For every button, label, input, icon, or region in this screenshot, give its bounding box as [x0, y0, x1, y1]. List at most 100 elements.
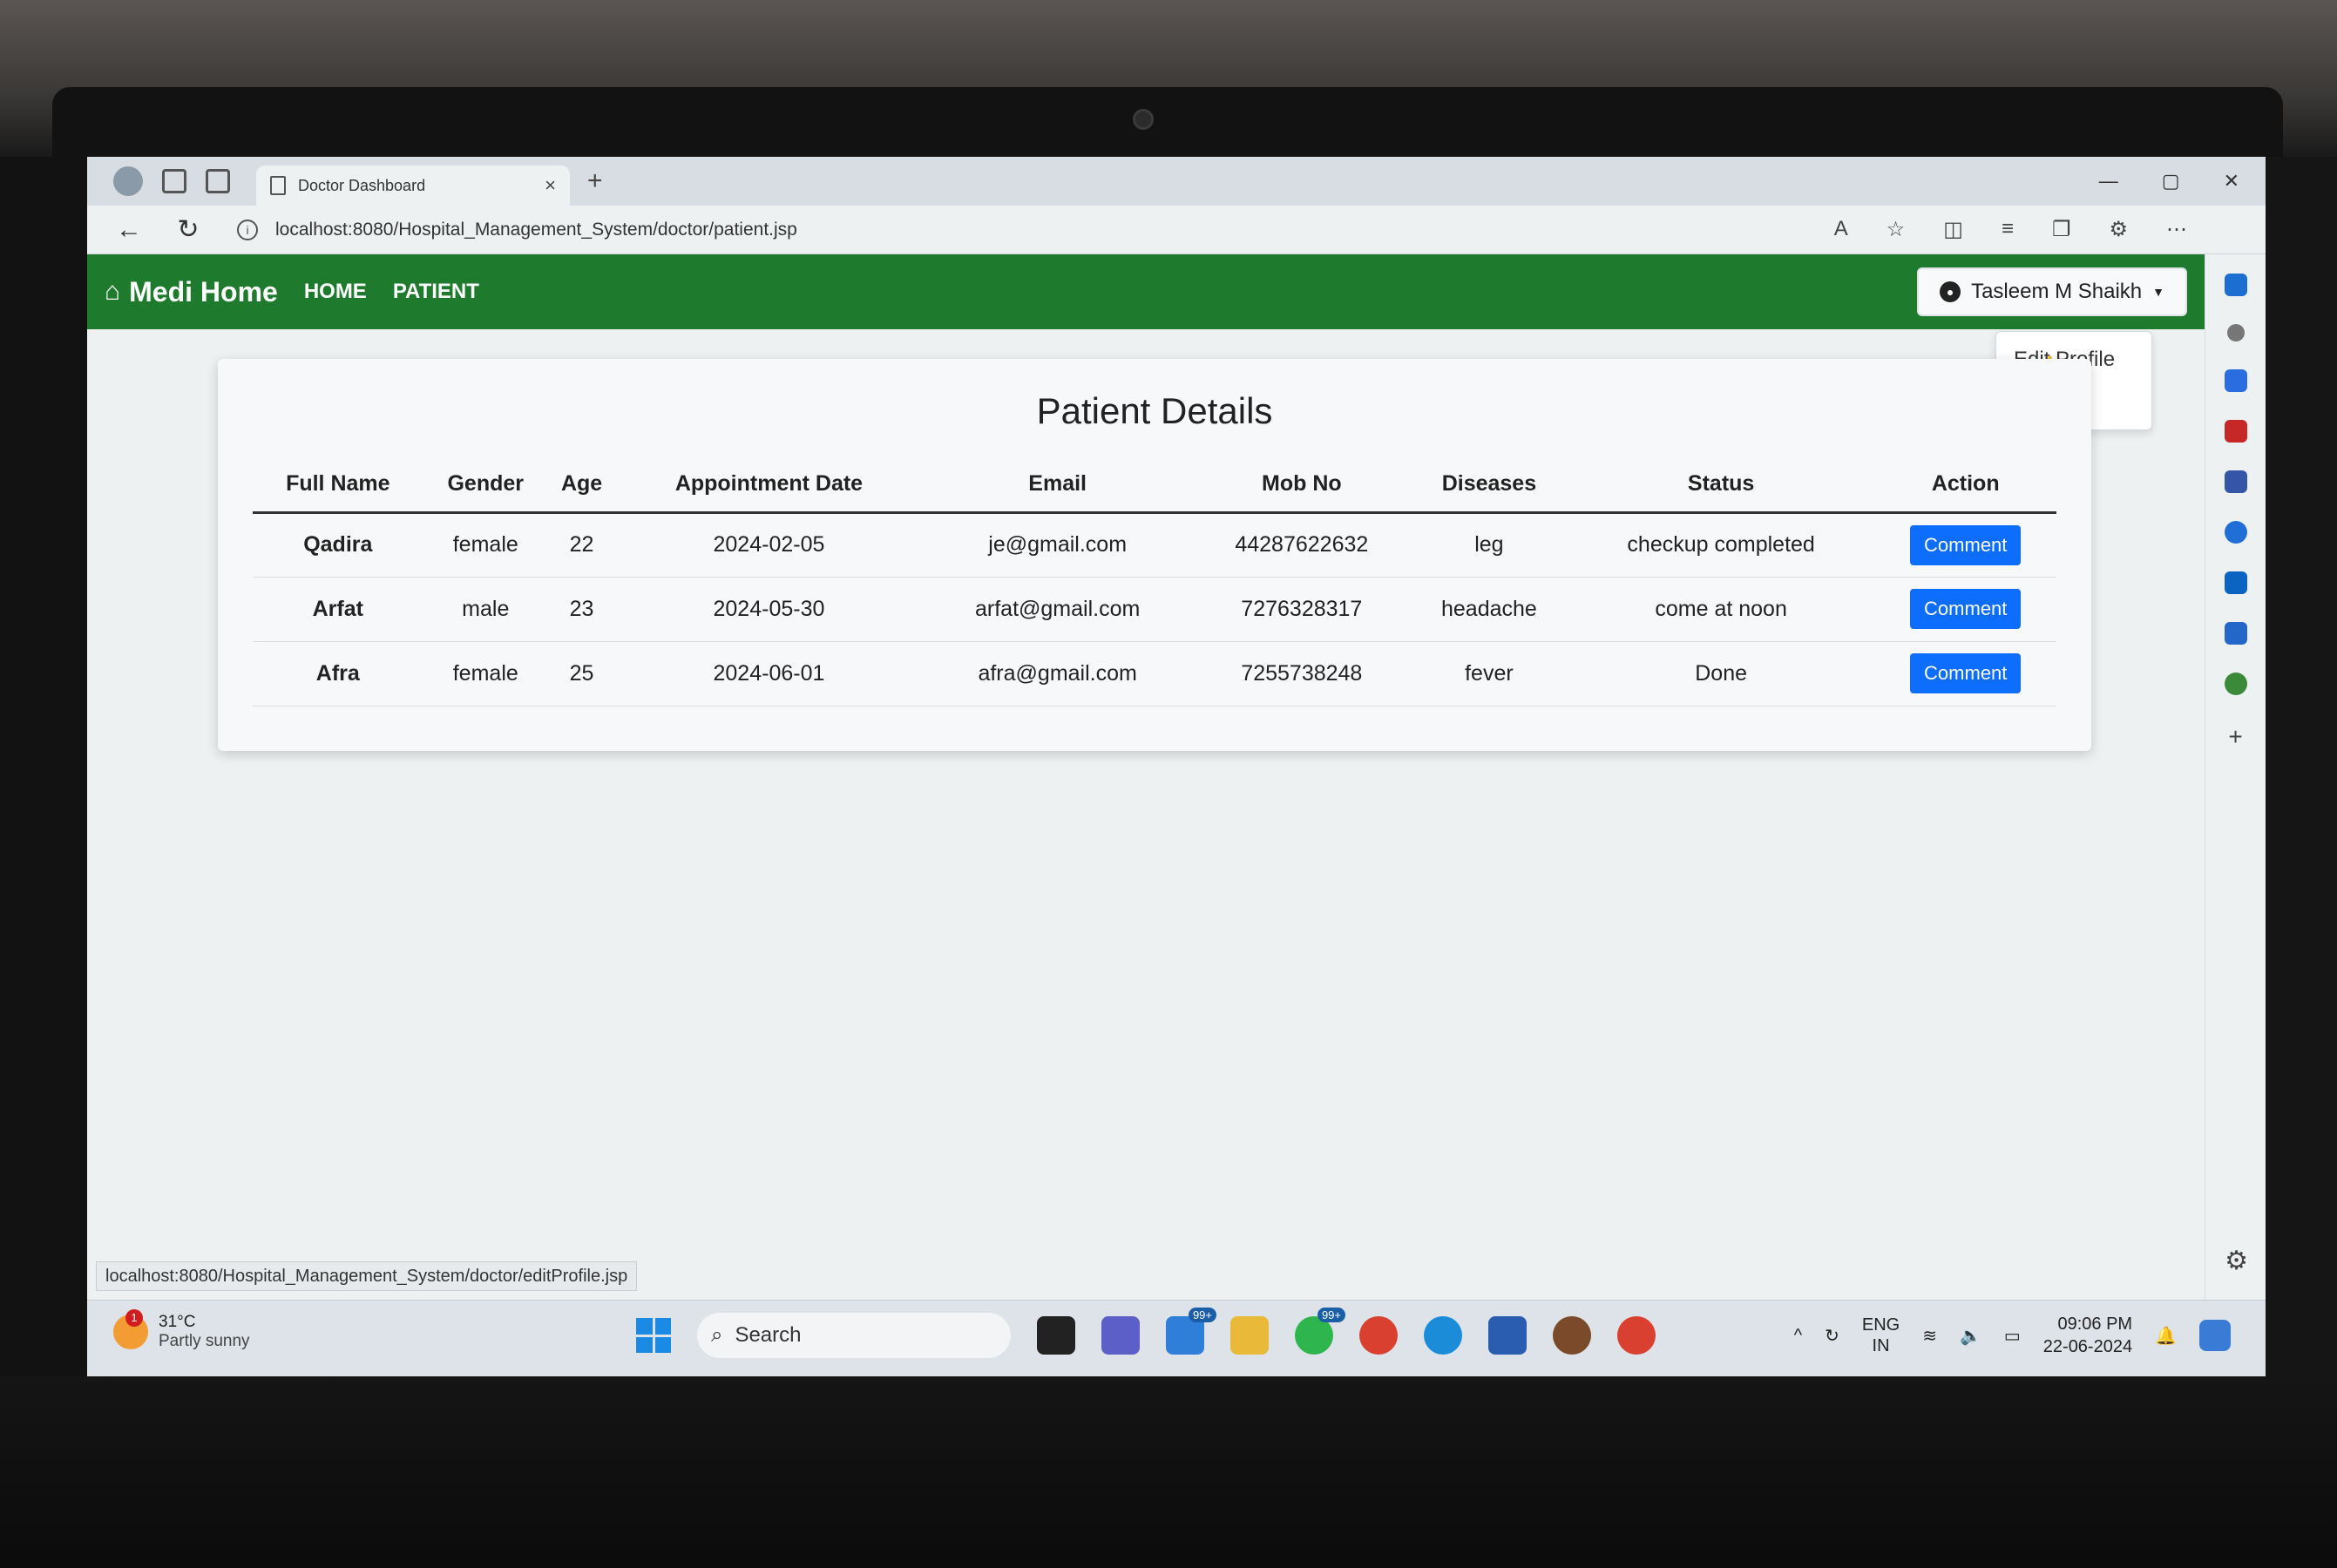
cell-mob-no: 7255738248	[1192, 641, 1412, 706]
cell-email: afra@gmail.com	[922, 641, 1193, 706]
collections-icon[interactable]: ❐	[2052, 217, 2071, 242]
cell-mob-no: 44287622632	[1192, 512, 1412, 578]
patient-table: Full Name Gender Age Appointment Date Em…	[253, 456, 2056, 706]
send-icon[interactable]	[2224, 622, 2247, 645]
copilot-icon[interactable]	[2224, 274, 2247, 296]
outlook-icon[interactable]	[2224, 571, 2247, 594]
chevron-up-icon[interactable]: ^	[1794, 1326, 1802, 1346]
sync-icon[interactable]: ↻	[1825, 1325, 1839, 1347]
task-view-icon[interactable]	[1037, 1316, 1075, 1355]
cell-diseases: headache	[1411, 577, 1568, 642]
mail-badge: 99+	[1188, 1308, 1216, 1322]
url-field[interactable]: localhost:8080/Hospital_Management_Syste…	[275, 220, 797, 240]
edge-sidebar: +	[2205, 254, 2266, 1335]
col-age: Age	[547, 456, 616, 514]
more-menu-icon[interactable]: ⋯	[2166, 217, 2187, 242]
cell-gender: male	[423, 577, 548, 642]
tab-doctor-dashboard[interactable]: Doctor Dashboard ×	[256, 166, 570, 206]
notification-bell-icon[interactable]: 🔔	[2155, 1325, 2177, 1347]
weather-temp: 31°C	[159, 1313, 196, 1331]
navbar: ⌂ Medi Home HOME PATIENT ● Tasleem M Sha…	[87, 254, 2205, 329]
cell-status: come at noon	[1567, 577, 1875, 642]
table-row: Afra female 25 2024-06-01 afra@gmail.com…	[253, 641, 2056, 706]
weather-desc: Partly sunny	[159, 1332, 250, 1350]
new-tab-button[interactable]: +	[587, 166, 603, 196]
windows-start-icon[interactable]	[636, 1318, 671, 1353]
weather-badge: 1	[125, 1309, 143, 1327]
edge-icon[interactable]	[1424, 1316, 1462, 1355]
tree-icon[interactable]	[2224, 672, 2247, 695]
weather-widget[interactable]: 1 31°C Partly sunny	[113, 1309, 250, 1351]
nav-home[interactable]: HOME	[304, 280, 367, 304]
tab-close-icon[interactable]: ×	[545, 174, 556, 197]
caret-down-icon: ▼	[2152, 285, 2164, 299]
screen: Doctor Dashboard × + — ▢ ✕ ← ↻ i localho…	[87, 157, 2266, 1376]
back-arrow-icon[interactable]: ←	[112, 215, 146, 245]
volume-icon[interactable]: 🔈	[1960, 1325, 1981, 1347]
cell-action: Comment	[1874, 512, 2056, 578]
wifi-icon[interactable]: ≋	[1922, 1325, 1937, 1347]
battery-icon[interactable]: ▭	[2004, 1325, 2021, 1347]
postgres-icon[interactable]	[1488, 1316, 1527, 1355]
tab-actions-icon[interactable]	[206, 169, 230, 193]
taskbar-search[interactable]: ⌕ Search	[697, 1313, 1011, 1358]
cell-diseases: leg	[1411, 512, 1568, 578]
time: 09:06 PM	[2057, 1315, 2133, 1334]
comment-button[interactable]: Comment	[1910, 524, 2022, 565]
whatsapp-icon[interactable]: 99+	[1295, 1308, 1345, 1355]
tomcat-icon[interactable]	[1553, 1316, 1591, 1355]
chrome-profile-icon[interactable]	[1617, 1316, 1656, 1355]
site-info-icon[interactable]: i	[237, 219, 258, 240]
favorites-icon[interactable]: ≡	[2002, 217, 2014, 242]
cell-diseases: fever	[1411, 641, 1568, 706]
minimize-button[interactable]: —	[2099, 170, 2118, 193]
maximize-button[interactable]: ▢	[2162, 170, 2180, 193]
windows-taskbar: 1 31°C Partly sunny ⌕ Search 99+ 99+ ^ ↻…	[87, 1300, 2266, 1376]
chrome-icon[interactable]	[1359, 1316, 1398, 1355]
laptop-bezel-top	[52, 87, 2283, 166]
link-status-tooltip: localhost:8080/Hospital_Management_Syste…	[96, 1261, 638, 1291]
tools-icon[interactable]	[2224, 420, 2247, 443]
cell-age: 22	[547, 512, 616, 578]
people-icon[interactable]	[2224, 470, 2247, 493]
profile-avatar-icon[interactable]	[113, 166, 143, 196]
office-icon[interactable]	[2224, 521, 2247, 544]
taskbar-apps: ⌕ Search 99+ 99+	[636, 1308, 1656, 1358]
date: 22-06-2024	[2042, 1337, 2133, 1356]
browser-toolbar: A ☆ ◫ ≡ ❐ ⚙ ⋯	[1834, 217, 2187, 242]
settings-gear-icon[interactable]: ⚙	[2225, 1246, 2248, 1276]
weather-sun-icon: 1	[113, 1309, 148, 1349]
address-bar: ← ↻ i localhost:8080/Hospital_Management…	[87, 206, 2266, 254]
split-screen-icon[interactable]: ◫	[1943, 217, 1963, 242]
file-explorer-icon[interactable]	[1230, 1316, 1269, 1355]
lang-code: ENG	[1861, 1315, 1900, 1335]
cell-gender: female	[423, 512, 548, 578]
search-icon[interactable]	[2226, 324, 2245, 341]
brand[interactable]: ⌂ Medi Home	[105, 276, 278, 308]
cell-email: je@gmail.com	[922, 512, 1193, 578]
shopping-tag-icon[interactable]	[2224, 369, 2247, 392]
mail-icon[interactable]: 99+	[1166, 1308, 1216, 1355]
language-indicator[interactable]: ENG IN	[1862, 1315, 1900, 1356]
favorite-star-icon[interactable]: ☆	[1887, 217, 1906, 242]
refresh-icon[interactable]: ↻	[171, 214, 206, 245]
window-controls: — ▢ ✕	[2099, 170, 2239, 193]
read-aloud-icon[interactable]: A	[1834, 217, 1848, 242]
add-icon[interactable]: +	[2228, 723, 2242, 751]
extensions-icon[interactable]: ⚙	[2109, 217, 2128, 242]
cell-full-name: Afra	[253, 641, 423, 706]
user-dropdown-button[interactable]: ● Tasleem M Shaikh ▼	[1917, 267, 2187, 316]
cell-action: Comment	[1874, 641, 2056, 706]
clock[interactable]: 09:06 PM 22-06-2024	[2043, 1313, 2132, 1358]
teams-icon[interactable]	[1101, 1316, 1140, 1355]
page-icon	[270, 176, 286, 195]
nav-patient[interactable]: PATIENT	[393, 280, 479, 304]
cell-mob-no: 7276328317	[1192, 577, 1412, 642]
workspaces-icon[interactable]	[162, 169, 186, 193]
close-window-button[interactable]: ✕	[2224, 170, 2239, 193]
col-email: Email	[922, 456, 1193, 514]
comment-button[interactable]: Comment	[1910, 589, 2022, 629]
col-diseases: Diseases	[1411, 456, 1568, 514]
copilot-tray-icon[interactable]	[2199, 1320, 2231, 1351]
comment-button[interactable]: Comment	[1910, 653, 2022, 693]
